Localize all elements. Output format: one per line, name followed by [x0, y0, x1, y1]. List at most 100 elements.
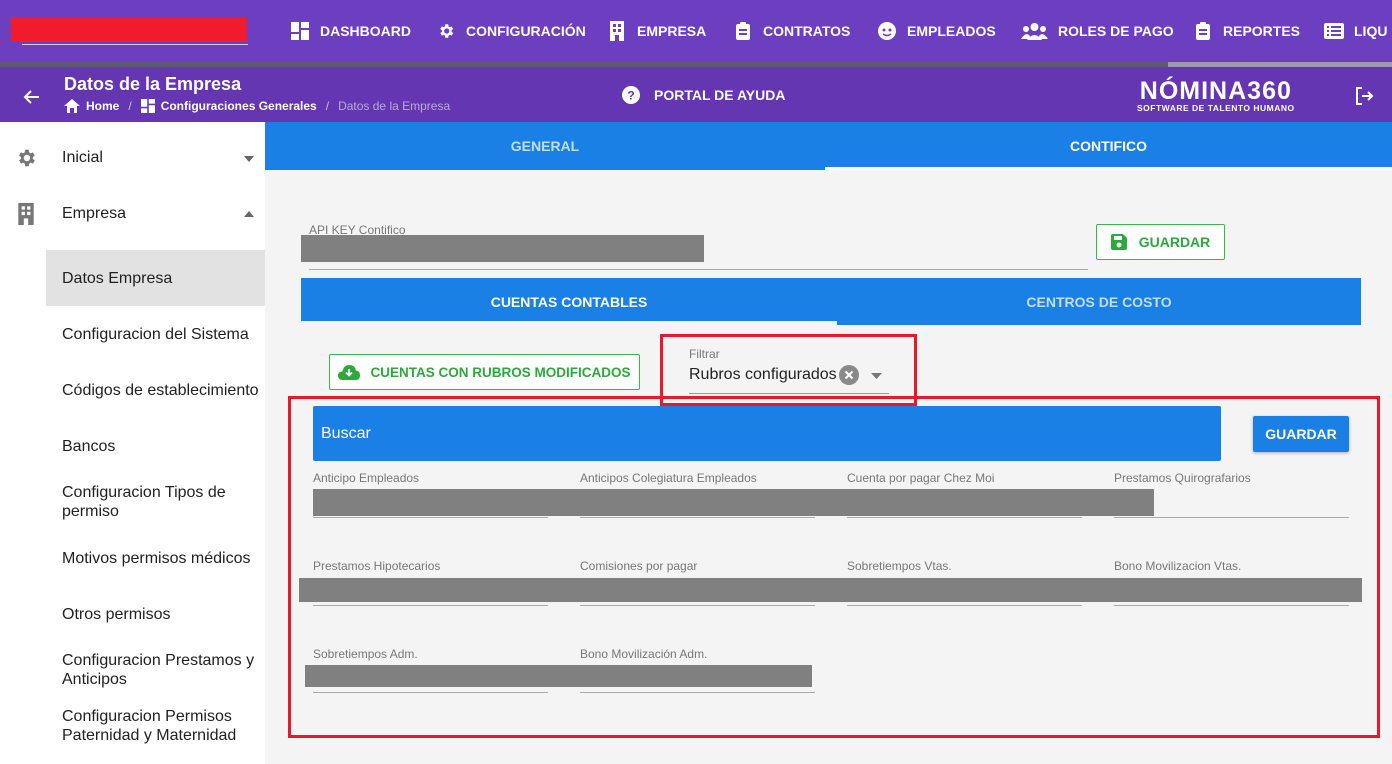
logo-underline: [22, 44, 248, 45]
chevron-down-icon: [244, 156, 254, 162]
save-api-key-button[interactable]: GUARDAR: [1096, 224, 1225, 260]
save-icon: [1110, 234, 1127, 250]
gear-icon: [19, 149, 35, 167]
field-label: Bono Movilización Adm.: [580, 647, 708, 661]
field-label: Sobretiempos Vtas.: [847, 559, 952, 573]
filter-underline: [689, 393, 889, 394]
save-accounts-button[interactable]: GUARDAR: [1253, 416, 1349, 452]
field-underline: [1114, 517, 1349, 518]
tab-cuentas-contables[interactable]: CUENTAS CONTABLES: [301, 278, 837, 325]
inner-tabs: CUENTAS CONTABLES CENTROS DE COSTO: [301, 278, 1361, 325]
sidebar-subitem-otros-permisos[interactable]: Otros permisos: [62, 605, 262, 624]
page-title: Datos de la Empresa: [64, 74, 242, 94]
sidebar-item-inicial[interactable]: Inicial: [0, 147, 265, 169]
nav-configuracion-label: CONFIGURACIÓN: [466, 23, 586, 39]
breadcrumb: Home / Configuraciones Generales / Datos…: [64, 99, 450, 113]
search-input[interactable]: Buscar: [313, 406, 1221, 461]
breadcrumb-separator: /: [325, 99, 330, 113]
nav-empresa-label: EMPRESA: [637, 23, 707, 39]
field-underline: [313, 692, 548, 693]
nav-roles-de-pago-label: ROLES DE PAGO: [1058, 23, 1174, 39]
account-values-redacted[interactable]: [299, 578, 1362, 602]
help-portal-label: PORTAL DE AYUDA: [654, 87, 786, 103]
building-icon: [607, 21, 627, 41]
breadcrumb-home[interactable]: Home: [86, 99, 119, 113]
tab-general[interactable]: GENERAL: [265, 122, 825, 170]
field-underline: [580, 517, 815, 518]
sidebar-subitem-motivos-permisos[interactable]: Motivos permisos médicos: [62, 549, 262, 568]
account-values-redacted[interactable]: [313, 489, 1154, 516]
nav-empleados-label: EMPLEADOS: [907, 23, 996, 39]
tab-contifico[interactable]: CONTIFICO: [825, 122, 1392, 170]
field-underline: [313, 517, 548, 518]
brand-name: NÓMINA360: [1139, 77, 1292, 105]
api-key-input-redacted[interactable]: [301, 235, 704, 262]
nav-configuracion[interactable]: CONFIGURACIÓN: [436, 0, 586, 62]
nav-empresa[interactable]: EMPRESA: [607, 0, 706, 62]
field-underline: [580, 692, 815, 693]
nav-empleados[interactable]: EMPLEADOS: [877, 0, 996, 62]
logout-icon[interactable]: [1354, 86, 1374, 106]
field-label: Anticipo Empleados: [313, 471, 420, 485]
breadcrumb-section[interactable]: Configuraciones Generales: [161, 99, 317, 113]
dashboard-icon: [140, 99, 155, 113]
breadcrumb-current: Datos de la Empresa: [338, 99, 451, 113]
chevron-up-icon: [244, 211, 254, 217]
nav-roles-de-pago[interactable]: ROLES DE PAGO: [1021, 0, 1174, 62]
clipboard-list-icon: [1193, 21, 1213, 41]
list-icon: [1324, 21, 1344, 41]
help-icon: ?: [622, 86, 640, 104]
brand-logo: NÓMINA360 SOFTWARE DE TALENTO HUMANO: [1137, 77, 1295, 114]
account-values-redacted[interactable]: [305, 665, 812, 687]
nav-dashboard-label: DASHBOARD: [320, 23, 411, 39]
top-nav: DASHBOARD CONFIGURACIÓN EMPRESA CONTRATO…: [0, 0, 1392, 62]
face-icon: [877, 21, 897, 41]
sidebar-subitem-configuracion-sistema[interactable]: Configuracion del Sistema: [62, 325, 262, 344]
tab-centros-costo[interactable]: CENTROS DE COSTO: [837, 278, 1361, 325]
field-underline: [847, 605, 1082, 606]
clipboard-icon: [733, 21, 753, 41]
field-label: Comisiones por pagar: [580, 559, 698, 573]
users-icon: [1021, 21, 1048, 41]
tab-active-indicator: [825, 167, 1392, 170]
filter-select[interactable]: Rubros configurados: [689, 366, 837, 384]
cloud-download-icon: [338, 364, 361, 380]
field-label: Bono Movilizacion Vtas.: [1114, 559, 1242, 573]
field-label: Sobretiempos Adm.: [313, 647, 418, 661]
back-arrow-icon[interactable]: [22, 87, 42, 107]
gear-icon: [436, 21, 456, 41]
building-icon: [18, 203, 34, 225]
help-portal-link[interactable]: ? PORTAL DE AYUDA: [622, 86, 785, 104]
sidebar-item-label: Inicial: [62, 149, 103, 166]
chevron-down-icon[interactable]: [871, 373, 882, 379]
nav-dashboard[interactable]: DASHBOARD: [290, 0, 411, 62]
sidebar-subitem-datos-empresa[interactable]: Datos Empresa: [62, 269, 262, 288]
brand-tagline: SOFTWARE DE TALENTO HUMANO: [1137, 103, 1295, 113]
breadcrumb-separator: /: [128, 99, 132, 113]
nav-reportes[interactable]: REPORTES: [1193, 0, 1300, 62]
sidebar-item-empresa[interactable]: Empresa: [0, 203, 265, 225]
field-label: Prestamos Quirografarios: [1114, 471, 1251, 485]
api-key-underline: [309, 269, 1088, 270]
sidebar-subitem-codigos-establecimiento[interactable]: Códigos de establecimiento: [62, 381, 262, 400]
nav-contratos-label: CONTRATOS: [763, 23, 851, 39]
sidebar-subitem-tipos-permiso[interactable]: Configuracion Tipos de permiso: [62, 483, 252, 521]
dashboard-icon: [290, 21, 310, 41]
svg-text:?: ?: [627, 89, 634, 103]
cuentas-modificados-button[interactable]: CUENTAS CON RUBROS MODIFICADOS: [329, 354, 640, 390]
field-label: Cuenta por pagar Chez Moi: [847, 471, 995, 485]
nav-liquidaciones[interactable]: LIQU: [1324, 0, 1387, 62]
nav-contratos[interactable]: CONTRATOS: [733, 0, 850, 62]
inner-tab-active-indicator: [301, 321, 837, 325]
sidebar-subitem-permisos-paternidad[interactable]: Configuracion Permisos Paternidad y Mate…: [62, 707, 247, 745]
main-tabs: GENERAL CONTIFICO: [265, 122, 1392, 170]
save-label: GUARDAR: [1138, 234, 1211, 250]
field-label: Anticipos Colegiatura Empleados: [580, 471, 757, 485]
field-underline: [313, 605, 548, 606]
cuentas-modificados-label: CUENTAS CON RUBROS MODIFICADOS: [370, 364, 631, 380]
sidebar-item-label: Empresa: [62, 205, 127, 222]
clear-icon[interactable]: [839, 365, 859, 385]
field-underline: [847, 517, 1082, 518]
sidebar-subitem-prestamos-anticipos[interactable]: Configuracion Prestamos y Anticipos: [62, 651, 262, 689]
sidebar-subitem-bancos[interactable]: Bancos: [62, 437, 262, 456]
